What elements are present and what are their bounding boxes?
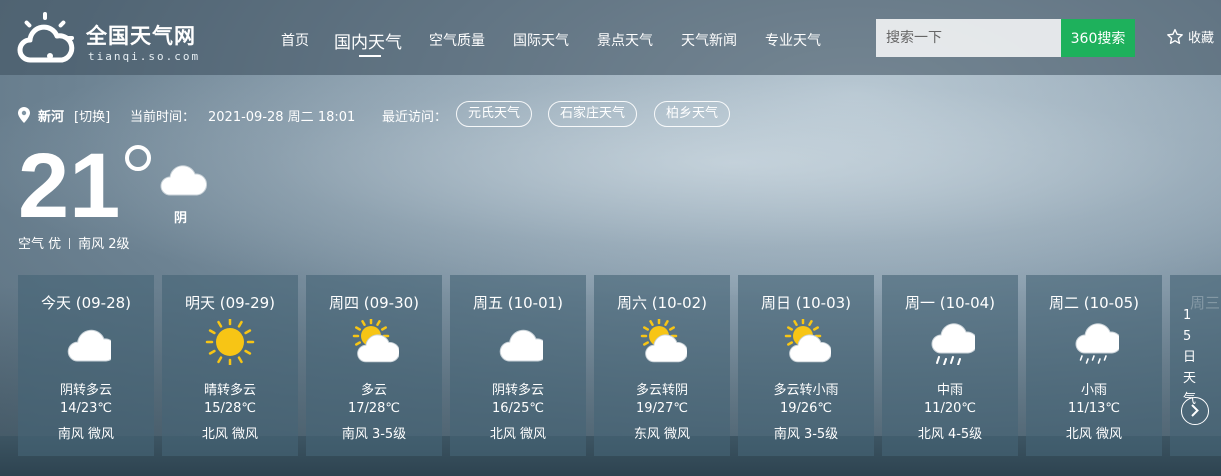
forecast-weather-desc: 多云转小雨: [773, 383, 839, 398]
current-time-label: 当前时间：: [130, 110, 196, 125]
moderate-rain-icon: [931, 323, 975, 365]
forecast-weather-desc: 小雨: [1080, 383, 1107, 398]
forecast-wind: 东风 微风: [633, 427, 691, 442]
forecast-date: 周日 (10-03): [760, 294, 852, 312]
forecast-day-card[interactable]: 明天 (09-29) 晴转多云 15/28℃ 北风 微风: [162, 275, 298, 456]
current-temperature: 21: [18, 135, 121, 237]
current-city: 新河: [38, 110, 65, 125]
forecast-weather-desc: 多云: [360, 383, 387, 398]
header: 全国天气网 tianqi.so.com 首页 国内天气 空气质量 国际天气 景点…: [0, 0, 1221, 75]
nav-scenic-weather[interactable]: 景点天气: [597, 30, 653, 50]
nav-active-indicator: [359, 55, 381, 57]
chevron-right-icon: [1191, 404, 1199, 417]
recent-city-tag[interactable]: 石家庄天气: [548, 101, 638, 127]
forecast-wind: 南风 微风: [57, 427, 115, 442]
search-box: 360搜索: [876, 19, 1135, 57]
forecast-day-card[interactable]: 周五 (10-01) 阴转多云 16/25℃ 北风 微风: [450, 275, 586, 456]
favorite-button[interactable]: 收藏: [1166, 27, 1214, 46]
logo-title: 全国天气网: [86, 24, 196, 48]
current-time-value: 2021-09-28 周二 18:01: [208, 110, 356, 125]
forecast-day-card[interactable]: 周二 (10-05) 小雨 11/13℃ 北风 微风: [1026, 275, 1162, 456]
forecast-temperature-range: 16/25℃: [491, 401, 545, 416]
air-wind-summary: 空气 优 南风 2级: [18, 233, 130, 252]
forecast-temperature-range: 17/28℃: [347, 401, 401, 416]
light-rain-icon: [1075, 323, 1119, 364]
location-pin-icon: [18, 107, 30, 123]
fifteen-day-link[interactable]: 15日天气: [1183, 305, 1199, 410]
nav-domestic-weather[interactable]: 国内天气: [334, 28, 402, 53]
forecast-weather-desc: 中雨: [936, 383, 963, 398]
forecast-temperature-range: 14/23℃: [59, 401, 113, 416]
forecast-wind: 南风 3-5级: [341, 427, 407, 442]
switch-city-link[interactable]: [切换]: [74, 106, 110, 125]
recent-city-tag[interactable]: 柏乡天气: [654, 101, 731, 127]
air-quality: 空气 优: [18, 237, 62, 252]
divider: [69, 238, 71, 249]
next-arrow-button[interactable]: [1181, 397, 1209, 425]
forecast-temperature-range: 11/13℃: [1067, 401, 1121, 416]
forecast-day-card[interactable]: 今天 (09-28) 阴转多云 14/23℃ 南风 微风: [18, 275, 154, 456]
recent-city-tag[interactable]: 元氏天气: [456, 101, 533, 127]
forecast-wind: 北风 4-5级: [917, 427, 983, 442]
star-icon: [1167, 28, 1183, 44]
logo[interactable]: 全国天气网 tianqi.so.com: [16, 10, 216, 66]
favorite-label: 收藏: [1188, 31, 1215, 46]
current-weather-desc: 阴: [174, 211, 188, 226]
nav-international-weather[interactable]: 国际天气: [513, 30, 569, 50]
forecast-temperature-range: 11/20℃: [923, 401, 977, 416]
logo-domain: tianqi.so.com: [88, 50, 201, 63]
forecast-date: 今天 (09-28): [40, 294, 132, 312]
recent-visits-label: 最近访问：: [382, 110, 448, 125]
forecast-day-card[interactable]: 周六 (10-02) 多云转阴 19/27℃ 东风 微风: [594, 275, 730, 456]
forecast-weather-desc: 多云转阴: [635, 383, 688, 398]
forecast-date: 周四 (09-30): [328, 294, 420, 312]
forecast-day-card[interactable]: 周四 (09-30) 多云 17/28℃ 南风 3-5级: [306, 275, 442, 456]
forecast-temperature-range: 15/28℃: [203, 401, 257, 416]
forecast-date: 周六 (10-02): [616, 294, 708, 312]
forecast-weather-desc: 阴转多云: [59, 383, 112, 398]
forecast-day-card[interactable]: 周日 (10-03) 多云转小雨 19/26℃ 南风 3-5级: [738, 275, 874, 456]
nav-weather-news[interactable]: 天气新闻: [681, 30, 737, 50]
current-wind: 南风 2级: [78, 237, 130, 252]
cloudy-icon: [67, 329, 111, 362]
forecast-date: 周二 (10-05): [1048, 294, 1140, 312]
partly-cloudy-icon: [784, 319, 831, 363]
forecast-date: 周一 (10-04): [904, 294, 996, 312]
sunny-icon: [205, 319, 255, 365]
forecast-wind: 北风 微风: [1065, 427, 1123, 442]
logo-cloud-sun-icon: [17, 12, 75, 63]
forecast-weather-desc: 阴转多云: [491, 383, 544, 398]
forecast-wind: 北风 微风: [201, 427, 259, 442]
forecast-wind: 南风 3-5级: [773, 427, 839, 442]
forecast-date: 明天 (09-29): [184, 294, 276, 312]
partly-cloudy-icon: [640, 319, 687, 363]
cloudy-icon: [499, 329, 543, 362]
search-input[interactable]: [876, 19, 1061, 57]
more-days-panel[interactable]: 周三 15日天气: [1170, 275, 1221, 456]
forecast-date: 周五 (10-01): [472, 294, 564, 312]
partly-cloudy-icon: [352, 319, 399, 363]
nav-home[interactable]: 首页: [281, 30, 309, 50]
forecast-weather-desc: 晴转多云: [203, 383, 256, 398]
forecast-temperature-range: 19/27℃: [635, 401, 689, 416]
search-button[interactable]: 360搜索: [1061, 19, 1135, 57]
degree-symbol: [125, 145, 151, 171]
forecast-day-card[interactable]: 周一 (10-04) 中雨 11/20℃ 北风 4-5级: [882, 275, 1018, 456]
cloudy-icon: [160, 165, 208, 196]
forecast-temperature-range: 19/26℃: [779, 401, 833, 416]
forecast-wind: 北风 微风: [489, 427, 547, 442]
nav-air-quality[interactable]: 空气质量: [429, 30, 485, 50]
nav-professional-weather[interactable]: 专业天气: [765, 30, 821, 50]
